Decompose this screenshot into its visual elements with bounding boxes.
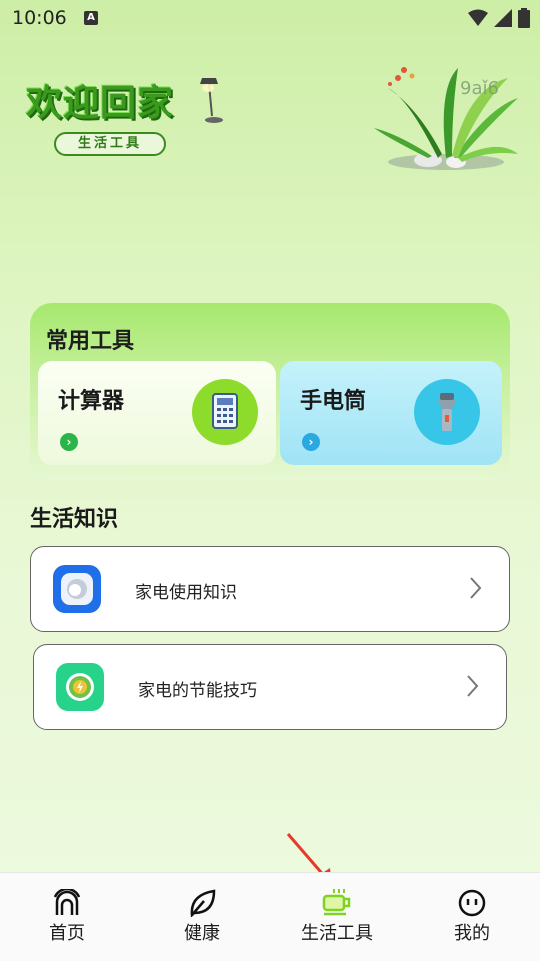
- nav-home[interactable]: 首页: [17, 887, 117, 945]
- nav-life-tools-label: 生活工具: [301, 923, 373, 944]
- nav-health-label: 健康: [184, 923, 220, 944]
- energy-saving-label: 家电的节能技巧: [138, 681, 257, 701]
- battery-icon: [518, 8, 530, 28]
- lamp-icon: [200, 78, 223, 123]
- energy-saving-icon: [56, 663, 104, 711]
- hero-number: 9aǐ6: [460, 78, 499, 99]
- nav-mine-label: 我的: [454, 923, 490, 944]
- common-tools-card: 常用工具 计算器 › 手电筒 ›: [30, 303, 510, 481]
- notification-a-icon: A: [84, 11, 98, 25]
- status-time: 10:06: [12, 7, 67, 29]
- calculator-tool-card[interactable]: 计算器 ›: [38, 361, 276, 465]
- signal-icon: [494, 9, 512, 27]
- nav-health[interactable]: 健康: [152, 887, 252, 945]
- cup-icon: [322, 889, 351, 916]
- wifi-icon: [468, 9, 488, 26]
- hero-tag: 生活工具: [54, 132, 166, 156]
- status-bar: 10:06 A: [0, 0, 540, 38]
- calculator-label: 计算器: [58, 389, 125, 414]
- appliance-icon: [53, 565, 101, 613]
- flashlight-tool-card[interactable]: 手电筒 ›: [280, 361, 502, 465]
- appliance-knowledge-label: 家电使用知识: [135, 583, 237, 603]
- flashlight-arrow-icon: ›: [302, 433, 320, 451]
- energy-saving-item[interactable]: 家电的节能技巧: [33, 644, 507, 730]
- life-knowledge-title: 生活知识: [30, 507, 119, 532]
- welcome-title: 欢迎回家: [26, 83, 175, 124]
- nav-life-tools[interactable]: 生活工具: [287, 887, 387, 945]
- nav-home-label: 首页: [49, 923, 85, 944]
- chevron-right-icon: [467, 675, 479, 697]
- nav-mine[interactable]: 我的: [422, 887, 522, 945]
- calculator-icon: [192, 379, 258, 445]
- chevron-right-icon: [470, 577, 482, 599]
- appliance-knowledge-item[interactable]: 家电使用知识: [30, 546, 510, 632]
- bottom-navigation: 首页 健康 生活工具 我的: [0, 872, 540, 961]
- flashlight-label: 手电筒: [300, 389, 367, 414]
- common-tools-title: 常用工具: [46, 329, 135, 354]
- calculator-arrow-icon: ›: [60, 433, 78, 451]
- home-icon: [54, 889, 80, 915]
- profile-icon: [458, 889, 486, 917]
- leaf-icon: [190, 889, 216, 917]
- status-icons: [468, 8, 530, 28]
- flashlight-icon: [414, 379, 480, 445]
- plant-illustration-icon: [374, 67, 518, 170]
